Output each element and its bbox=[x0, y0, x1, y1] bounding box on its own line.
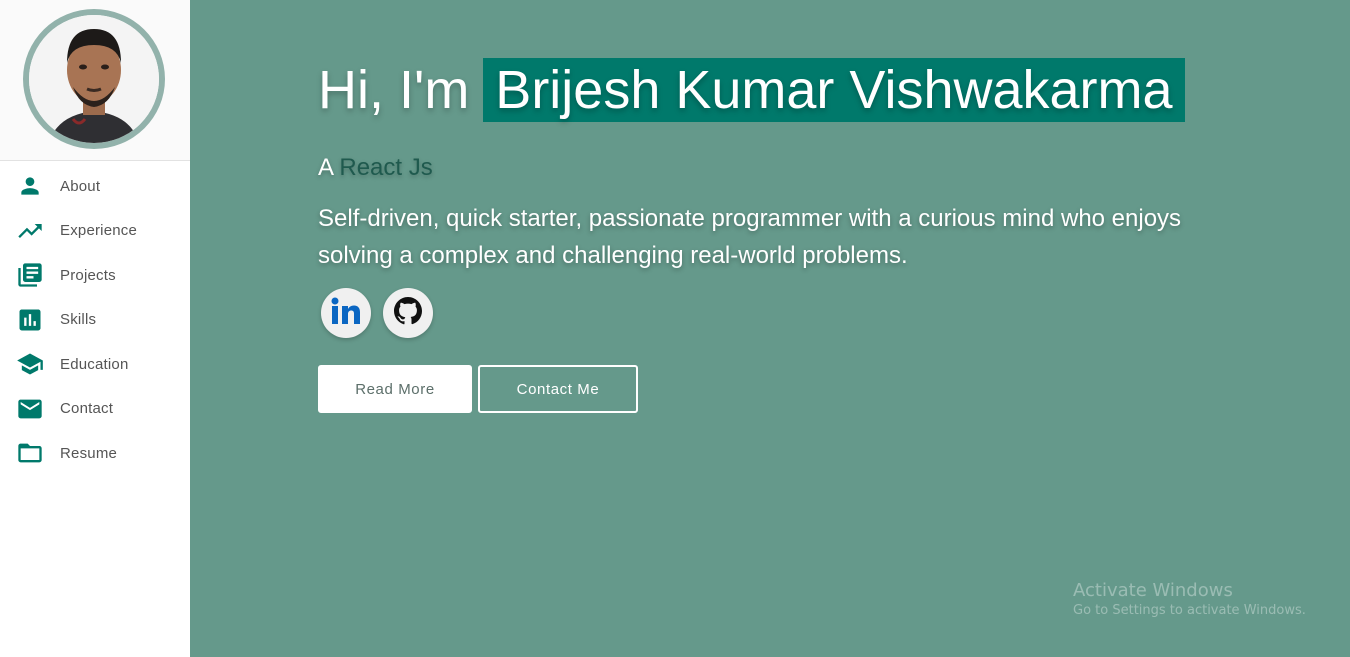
bar-chart-icon bbox=[16, 306, 44, 334]
sidebar-item-label: Contact bbox=[60, 400, 114, 418]
linkedin-icon bbox=[330, 296, 362, 331]
name-highlight: Brijesh Kumar Vishwakarma bbox=[483, 58, 1185, 122]
sidebar-item-about[interactable]: About bbox=[0, 164, 190, 209]
bio-text: Self-driven, quick starter, passionate p… bbox=[318, 205, 1182, 269]
profile-header bbox=[0, 0, 190, 161]
contact-me-button[interactable]: Contact Me bbox=[478, 365, 638, 413]
sidebar-item-label: About bbox=[60, 177, 101, 195]
sidebar-item-projects[interactable]: Projects bbox=[0, 253, 190, 298]
trending-up-icon bbox=[16, 217, 44, 245]
sidebar-item-label: Experience bbox=[60, 222, 138, 240]
role-prefix: A bbox=[318, 154, 333, 181]
graduation-cap-icon bbox=[16, 350, 44, 378]
github-icon bbox=[394, 296, 422, 330]
github-link[interactable] bbox=[383, 288, 433, 338]
cta-buttons: Read More Contact Me bbox=[318, 365, 638, 413]
sidebar-item-label: Resume bbox=[60, 444, 118, 462]
read-more-button[interactable]: Read More bbox=[318, 365, 472, 413]
person-icon bbox=[16, 172, 44, 200]
watermark-subtitle: Go to Settings to activate Windows. bbox=[1073, 603, 1306, 618]
sidebar-item-contact[interactable]: Contact bbox=[0, 387, 190, 432]
sidebar: About Experience Projects Skills Educati… bbox=[0, 0, 190, 657]
sidebar-item-experience[interactable]: Experience bbox=[0, 209, 190, 254]
linkedin-link[interactable] bbox=[321, 288, 371, 338]
mail-icon bbox=[16, 395, 44, 423]
role-typed: React Js bbox=[339, 154, 433, 181]
watermark-title: Activate Windows bbox=[1073, 580, 1233, 601]
role-line: A React Js bbox=[318, 154, 433, 182]
sidebar-item-label: Education bbox=[60, 355, 129, 373]
sidebar-item-education[interactable]: Education bbox=[0, 342, 190, 387]
social-links bbox=[321, 288, 433, 338]
activate-windows-watermark: Activate Windows Go to Settings to activ… bbox=[1073, 580, 1306, 618]
sidebar-item-skills[interactable]: Skills bbox=[0, 298, 190, 343]
sidebar-nav: About Experience Projects Skills Educati… bbox=[0, 161, 190, 476]
sidebar-item-label: Projects bbox=[60, 266, 116, 284]
sidebar-item-resume[interactable]: Resume bbox=[0, 431, 190, 476]
avatar bbox=[23, 9, 165, 149]
hero-section: Hi, I'm Brijesh Kumar Vishwakarma A Reac… bbox=[190, 0, 1350, 657]
library-books-icon bbox=[16, 261, 44, 289]
hero-heading: Hi, I'm Brijesh Kumar Vishwakarma bbox=[318, 58, 1185, 122]
sidebar-item-label: Skills bbox=[60, 311, 97, 329]
folder-icon bbox=[16, 439, 44, 467]
greeting: Hi, I'm bbox=[318, 60, 470, 120]
